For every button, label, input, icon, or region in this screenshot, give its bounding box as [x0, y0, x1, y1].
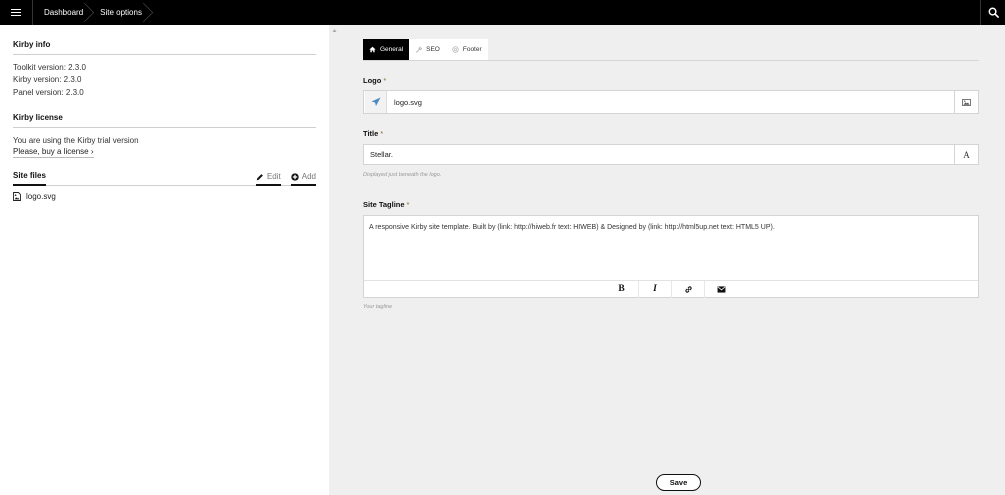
kirby-license-heading: Kirby license [13, 113, 316, 128]
title-font-addon: A [954, 145, 978, 164]
email-button[interactable] [704, 280, 737, 298]
panel-version: Panel version: 2.3.0 [13, 87, 84, 97]
save-button[interactable]: Save [656, 474, 701, 491]
logo-thumbnail [365, 91, 387, 113]
scroll-up-arrow-icon[interactable] [332, 28, 337, 33]
search-button[interactable] [980, 0, 1005, 25]
file-image-icon [13, 192, 21, 202]
add-label: Add [301, 172, 316, 182]
buy-license-link[interactable]: Please, buy a license › [13, 147, 94, 159]
tagline-textarea[interactable]: A responsive Kirby site template. Built … [363, 215, 979, 298]
home-icon [369, 46, 376, 53]
italic-icon: I [653, 284, 657, 294]
edit-files-button[interactable]: Edit [255, 172, 281, 187]
file-item[interactable]: logo.svg [13, 192, 316, 201]
kirby-info-list: Toolkit version: 2.3.0 Kirby version: 2.… [13, 62, 316, 99]
logo-value: logo.svg [394, 97, 422, 107]
topbar: Dashboard Site options [0, 0, 1005, 25]
tabs-divider [363, 60, 979, 61]
tab-seo-label: SEO [426, 46, 440, 53]
breadcrumb: Dashboard Site options [33, 0, 150, 25]
title-help: Displayed just beneath the logo. [363, 172, 442, 178]
tab-general-label: General [380, 46, 404, 53]
tab-bar: General SEO Footer [363, 39, 488, 60]
sidebar: Kirby info Toolkit version: 2.3.0 Kirby … [0, 25, 329, 495]
tagline-help: Your tagline [363, 304, 393, 310]
edit-label: Edit [266, 172, 281, 182]
site-files-header: Site files Edit Add [13, 171, 316, 187]
logo-select-button[interactable] [954, 91, 978, 113]
breadcrumb-site-options[interactable]: Site options [91, 0, 150, 25]
bold-button[interactable]: B [605, 281, 638, 298]
tagline-label: Site Tagline * [363, 200, 409, 209]
font-icon: A [963, 149, 970, 160]
tab-footer[interactable]: Footer [445, 39, 488, 60]
breadcrumb-dashboard[interactable]: Dashboard [33, 0, 91, 25]
title-required-mark: * [380, 129, 384, 138]
add-file-button[interactable]: Add [290, 172, 316, 187]
paper-plane-icon [371, 97, 380, 106]
title-label-text: Title [363, 129, 379, 138]
italic-button[interactable]: I [638, 280, 671, 298]
tab-footer-label: Footer [462, 46, 482, 53]
logo-required-mark: * [383, 76, 387, 85]
tab-general[interactable]: General [363, 39, 410, 60]
editor-toolbar: B I [364, 280, 978, 298]
kirby-version: Kirby version: 2.3.0 [13, 75, 82, 85]
tagline-value[interactable]: A responsive Kirby site template. Built … [364, 216, 978, 281]
pencil-icon [256, 173, 263, 180]
toolkit-version: Toolkit version: 2.3.0 [13, 63, 86, 72]
kirby-info-heading: Kirby info [13, 40, 316, 55]
kirby-license-block: You are using the Kirby trial version Pl… [13, 135, 316, 159]
tagline-required-mark: * [406, 200, 410, 209]
plus-circle-icon [291, 173, 299, 181]
logo-label: Logo * [363, 76, 386, 85]
link-icon [684, 285, 692, 293]
circle-icon [452, 46, 459, 53]
site-files-heading: Site files [13, 171, 46, 187]
title-input[interactable]: Stellar. A [363, 144, 979, 165]
title-label: Title * [363, 129, 383, 138]
wrench-icon [415, 46, 423, 53]
tagline-label-text: Site Tagline [363, 200, 405, 209]
license-status: You are using the Kirby trial version [13, 135, 139, 145]
menu-button[interactable] [0, 0, 33, 25]
main-content: General SEO Footer Logo * logo.svg Title… [329, 25, 1005, 495]
logo-label-text: Logo [363, 76, 382, 85]
search-icon [988, 7, 999, 18]
title-value: Stellar. [370, 150, 393, 159]
tab-seo[interactable]: SEO [409, 39, 446, 60]
logo-field[interactable]: logo.svg [363, 90, 979, 114]
hamburger-menu-icon [11, 8, 21, 17]
image-icon [962, 98, 971, 106]
envelope-icon [717, 285, 725, 293]
bold-icon: B [618, 284, 625, 294]
link-button[interactable] [671, 280, 704, 298]
file-name: logo.svg [26, 192, 56, 202]
